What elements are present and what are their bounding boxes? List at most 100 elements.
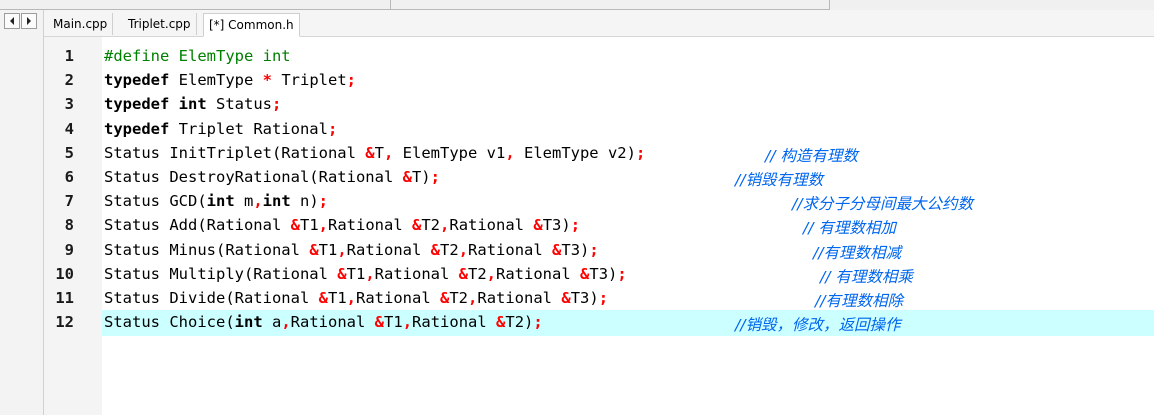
code-token: T2)	[505, 313, 534, 332]
code-token: int	[234, 313, 263, 332]
code-token: &	[412, 216, 422, 235]
code-token: n)	[290, 192, 319, 211]
line-number: 1	[64, 47, 74, 65]
arrow-left-icon	[10, 17, 14, 25]
nav-left-button[interactable]	[4, 13, 20, 29]
code-comment: //求分子分母间最大公约数	[792, 195, 973, 214]
code-token: ,	[365, 264, 375, 283]
code-line[interactable]: 12 Status Choice(int a,Rational &T1,Ratio…	[44, 310, 1154, 337]
code-token: int	[178, 95, 207, 114]
tab-common-h[interactable]: [*] Common.h	[203, 13, 300, 37]
code-token: T	[374, 143, 384, 162]
code-token: T1	[327, 289, 347, 307]
code-comment: //有理数相除	[815, 292, 903, 310]
code-token: Status Multiply(Rational	[104, 264, 338, 283]
code-token: &	[365, 143, 375, 162]
code-comment: // 构造有理数	[765, 146, 858, 165]
code-token: Rational	[412, 313, 497, 332]
code-token: &	[309, 240, 319, 259]
code-token: typedef	[104, 71, 170, 90]
code-text: Status Add(Rational &T1,Rational &T2,Rat…	[104, 216, 580, 234]
line-number: 8	[64, 216, 74, 235]
code-token: T2	[468, 264, 487, 283]
code-line[interactable]: 4 typedef Triplet Rational;	[44, 117, 1154, 141]
code-line[interactable]: 10 Status Multiply(Rational &T1,Rational …	[44, 262, 1154, 286]
code-text: Status GCD(int m,int n);	[104, 192, 328, 210]
code-token: Triplet	[272, 71, 347, 90]
code-text: typedef ElemType * Triplet;	[104, 71, 356, 89]
code-token: ElemType	[169, 71, 263, 90]
code-token: ,	[318, 216, 328, 235]
code-token: Rational	[374, 264, 459, 283]
line-number: 3	[64, 95, 74, 114]
code-token: typedef	[104, 95, 170, 114]
code-token: &	[290, 216, 300, 235]
code-text: Status Divide(Rational &T1,Rational &T2,…	[104, 289, 608, 307]
code-token: Status Minus(Rational	[104, 240, 310, 259]
code-token: ;	[617, 264, 627, 283]
code-text: #define ElemType int	[104, 47, 291, 65]
code-token: ;	[533, 313, 543, 332]
code-token: &	[430, 240, 441, 259]
code-token: ElemType v2)	[514, 143, 636, 162]
code-token: Status Add(Rational	[104, 216, 291, 235]
line-number: 2	[64, 71, 74, 90]
code-token: ;	[589, 240, 599, 259]
code-token: #define ElemType int	[104, 47, 291, 65]
code-token: Rational	[468, 240, 553, 259]
code-token: T3)	[561, 240, 590, 259]
line-number: 11	[55, 289, 74, 307]
code-token: &	[496, 313, 506, 332]
code-text: Status Multiply(Rational &T1,Rational &T…	[104, 265, 627, 283]
code-token: ,	[468, 289, 478, 307]
code-comment: //有理数相减	[813, 243, 901, 262]
code-line[interactable]: 1 #define ElemType int	[44, 44, 1154, 68]
code-token: ,	[253, 192, 263, 211]
code-token: ;	[318, 192, 329, 211]
code-text: Status DestroyRational(Rational &T);	[104, 168, 440, 186]
code-token: m	[234, 192, 254, 211]
code-token: Rational	[449, 216, 534, 235]
line-number: 12	[55, 313, 74, 332]
code-comment: //销毁有理数	[735, 171, 823, 189]
arrow-right-icon	[27, 17, 31, 25]
code-token: ;	[272, 95, 282, 114]
code-token: T1	[384, 313, 403, 332]
code-token: T3)	[570, 289, 599, 307]
code-token: &	[533, 216, 543, 235]
code-line[interactable]: 3 typedef int Status;	[44, 92, 1154, 116]
code-token: Rational	[356, 289, 440, 307]
code-line[interactable]: 7 Status GCD(int m,int n);//求分子分母间最大公约数	[44, 189, 1154, 213]
file-tab-bar: Main.cpp Triplet.cpp [*] Common.h	[44, 10, 1154, 37]
code-token: ;	[430, 168, 440, 186]
code-token: int	[206, 192, 235, 211]
code-token: a	[262, 313, 282, 332]
code-token: Rational	[328, 216, 412, 235]
toolbar-segment-left	[0, 0, 391, 10]
code-token: Status DestroyRational(Rational	[104, 168, 403, 186]
code-line[interactable]: 8 Status Add(Rational &T1,Rational &T2,Ra…	[44, 213, 1154, 237]
code-line[interactable]: 2 typedef ElemType * Triplet;	[44, 68, 1154, 92]
tab-triplet-cpp[interactable]: Triplet.cpp	[123, 13, 197, 35]
code-token: T2	[421, 216, 441, 235]
code-token: ElemType v1	[393, 143, 506, 162]
code-token: Status InitTriplet(Rational	[104, 143, 366, 162]
nav-right-button[interactable]	[21, 13, 37, 29]
toolbar-segment-right	[391, 0, 830, 10]
code-token: ,	[440, 216, 450, 235]
code-token: ,	[383, 143, 394, 162]
code-token: Rational	[496, 264, 581, 283]
code-line[interactable]: 11 Status Divide(Rational &T1,Rational &T…	[44, 286, 1154, 310]
code-token: ,	[486, 264, 497, 283]
code-line[interactable]: 5 Status InitTriplet(Rational &T, ElemTyp…	[44, 141, 1154, 165]
line-number: 5	[64, 143, 74, 162]
code-text: Status Minus(Rational &T1,Rational &T2,R…	[104, 241, 599, 259]
code-token: T)	[411, 168, 431, 186]
code-line[interactable]: 9 Status Minus(Rational &T1,Rational &T2,…	[44, 238, 1154, 262]
code-line[interactable]: 6 Status DestroyRational(Rational &T); //销…	[44, 165, 1154, 189]
code-token: ;	[598, 289, 609, 307]
tab-main-cpp[interactable]: Main.cpp	[48, 13, 114, 35]
code-comment: // 有理数相加	[803, 219, 896, 238]
code-token: T1	[318, 240, 338, 259]
